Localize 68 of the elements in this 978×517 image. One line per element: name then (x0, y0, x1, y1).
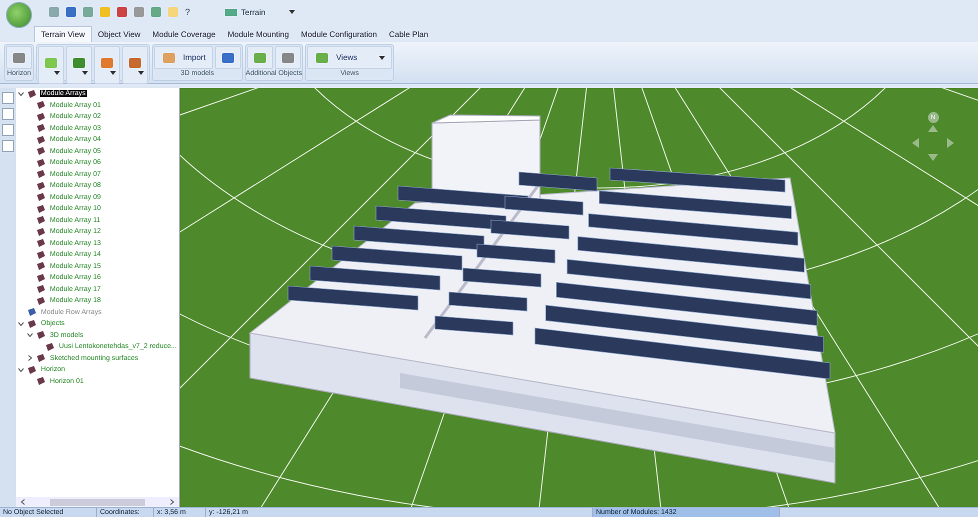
ribbon-button[interactable] (274, 46, 301, 69)
caret-icon (82, 71, 88, 75)
ribbon-tab[interactable]: Cable Plan (383, 27, 434, 42)
ribbon-icon (127, 55, 143, 71)
tree-item-icon (36, 377, 46, 386)
ribbon-dropdown-button[interactable] (38, 46, 64, 84)
tree-item-icon (36, 331, 46, 340)
ribbon-dropdown-button[interactable] (66, 46, 92, 84)
ribbon-tab[interactable]: Terrain View (34, 26, 92, 42)
chevron-right-icon[interactable] (26, 355, 33, 362)
tree-item-icon (36, 354, 46, 362)
tree-item-icon (36, 158, 46, 167)
tree-item-icon (36, 262, 46, 270)
ribbon-tab[interactable]: Module Coverage (146, 27, 222, 42)
tree-item-icon (26, 308, 37, 316)
tree-item-icon (36, 182, 46, 190)
tree-item-icon (26, 320, 37, 328)
ribbon-dropdown-button[interactable] (122, 46, 148, 84)
tree-item-icon (36, 204, 46, 213)
horizontal-scrollbar[interactable] (16, 497, 179, 507)
tree-item-icon (36, 285, 46, 294)
ribbon-tab[interactable]: Object View (92, 27, 146, 42)
terrain-dropdown[interactable]: Terrain (225, 8, 296, 16)
chevron-down-icon[interactable] (18, 90, 24, 97)
caret-icon (289, 10, 296, 14)
ribbon-icon (99, 55, 115, 71)
tree-item-icon (36, 274, 46, 282)
ribbon-button[interactable] (6, 46, 32, 69)
tree-item-icon (26, 90, 37, 98)
import-button[interactable]: Import (154, 46, 213, 69)
views-dropdown[interactable]: Views (307, 46, 392, 69)
caret-icon (138, 71, 144, 75)
tree-item-icon (36, 216, 46, 224)
tree-item-icon (36, 239, 46, 248)
ribbon-icon (43, 55, 59, 71)
side-toolbar-icon[interactable] (2, 108, 14, 120)
scroll-left-icon[interactable] (20, 499, 26, 505)
tree-item-icon (36, 124, 46, 132)
caret-icon (54, 71, 60, 75)
tree-item-icon (26, 366, 37, 374)
scroll-thumb[interactable] (50, 498, 145, 506)
tree-item-icon (36, 296, 46, 305)
tree-item-icon (36, 147, 46, 156)
scroll-right-icon[interactable] (169, 499, 175, 505)
side-toolbar-icon[interactable] (2, 140, 14, 152)
tree-item-icon (36, 112, 46, 121)
ribbon-button[interactable] (246, 46, 273, 69)
app-menu-button[interactable] (6, 2, 32, 28)
ribbon-dropdown-button[interactable] (94, 46, 120, 84)
side-toolbar-icon[interactable] (2, 124, 14, 136)
navigation-arrows-icon[interactable] (910, 123, 956, 163)
chevron-down-icon[interactable] (18, 320, 24, 327)
chevron-down-icon[interactable] (26, 332, 33, 338)
tree-item-icon (36, 101, 46, 110)
ribbon-tab[interactable]: Module Mounting (222, 27, 295, 42)
chevron-down-icon[interactable] (18, 366, 24, 373)
caret-icon (379, 56, 386, 60)
tree-item-icon (36, 193, 46, 202)
help-button[interactable]: ? (185, 7, 190, 17)
ribbon-tab[interactable]: Module Configuration (294, 27, 383, 42)
caret-icon (110, 71, 116, 75)
tree-item-icon (36, 228, 46, 236)
ribbon-button[interactable] (214, 46, 241, 69)
tree-item-icon (36, 170, 46, 178)
tree-item-icon (44, 342, 55, 351)
tree-item-icon (36, 250, 46, 259)
tree-item-icon (36, 136, 46, 144)
ribbon-icon (71, 55, 87, 71)
